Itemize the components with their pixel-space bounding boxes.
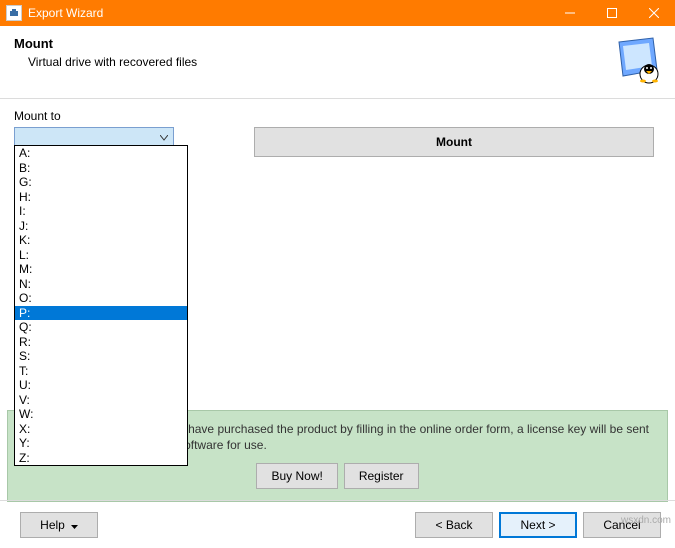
drive-option[interactable]: W: xyxy=(15,407,187,422)
help-button-label: Help xyxy=(40,518,65,532)
drive-option[interactable]: V: xyxy=(15,393,187,408)
help-button[interactable]: Help xyxy=(20,512,98,538)
drive-option[interactable]: L: xyxy=(15,248,187,263)
mount-to-label: Mount to xyxy=(14,109,661,123)
watermark: wsxdn.com xyxy=(621,515,671,526)
drive-option[interactable]: H: xyxy=(15,190,187,205)
penguin-icon xyxy=(613,36,661,84)
wizard-header: Mount Virtual drive with recovered files xyxy=(0,26,675,99)
mount-button[interactable]: Mount xyxy=(254,127,654,157)
page-title: Mount xyxy=(14,36,605,51)
drive-option[interactable]: M: xyxy=(15,262,187,277)
next-button[interactable]: Next > xyxy=(499,512,577,538)
drive-option[interactable]: I: xyxy=(15,204,187,219)
drive-option[interactable]: T: xyxy=(15,364,187,379)
back-button[interactable]: < Back xyxy=(415,512,493,538)
drive-option[interactable]: X: xyxy=(15,422,187,437)
caret-down-icon xyxy=(71,518,78,532)
drive-option[interactable]: O: xyxy=(15,291,187,306)
drive-option[interactable]: U: xyxy=(15,378,187,393)
drive-option[interactable]: Y: xyxy=(15,436,187,451)
drive-option[interactable]: S: xyxy=(15,349,187,364)
content-area: Mount to Mount A:B:G:H:I:J:K:L:M:N:O:P:Q… xyxy=(0,99,675,419)
buy-now-button[interactable]: Buy Now! xyxy=(256,463,337,489)
close-button[interactable] xyxy=(633,0,675,26)
drive-option[interactable]: Q: xyxy=(15,320,187,335)
drive-option[interactable]: P: xyxy=(15,306,187,321)
wizard-footer: Help < Back Next > Cancel xyxy=(0,500,675,548)
drive-option[interactable]: Z: xyxy=(15,451,187,466)
page-subtitle: Virtual drive with recovered files xyxy=(14,55,605,69)
minimize-button[interactable] xyxy=(549,0,591,26)
drive-letter-dropdown[interactable]: A:B:G:H:I:J:K:L:M:N:O:P:Q:R:S:T:U:V:W:X:… xyxy=(14,145,188,466)
drive-option[interactable]: J: xyxy=(15,219,187,234)
window-title: Export Wizard xyxy=(28,6,549,20)
register-button[interactable]: Register xyxy=(344,463,419,489)
app-icon xyxy=(6,5,22,21)
drive-option[interactable]: A: xyxy=(15,146,187,161)
maximize-button[interactable] xyxy=(591,0,633,26)
drive-option[interactable]: G: xyxy=(15,175,187,190)
drive-option[interactable]: R: xyxy=(15,335,187,350)
drive-option[interactable]: K: xyxy=(15,233,187,248)
drive-option[interactable]: N: xyxy=(15,277,187,292)
drive-option[interactable]: B: xyxy=(15,161,187,176)
titlebar: Export Wizard xyxy=(0,0,675,26)
